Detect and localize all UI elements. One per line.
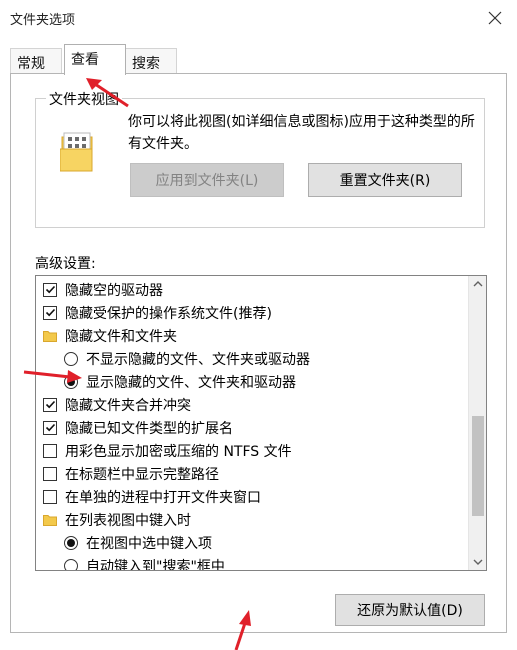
- folder-views-description: 你可以将此视图(如详细信息或图标)应用于这种类型的所有文件夹。: [128, 114, 475, 152]
- radio-button[interactable]: [64, 535, 78, 550]
- tab-general[interactable]: 常规: [10, 48, 62, 74]
- list-item[interactable]: 在标题栏中显示完整路径: [43, 462, 219, 485]
- title-bar: 文件夹选项: [0, 0, 517, 36]
- item-label: 在标题栏中显示完整路径: [65, 466, 219, 483]
- item-label: 不显示隐藏的文件、文件夹或驱动器: [86, 351, 310, 368]
- view-tab-panel: 文件夹视图 你可以将此视图(如详细信息或图标)应用于这种类型的所有文件夹。 应用…: [10, 73, 507, 633]
- radio-button[interactable]: [64, 351, 78, 366]
- list-item[interactable]: 不显示隐藏的文件、文件夹或驱动器: [64, 347, 310, 370]
- check-icon: [45, 308, 55, 317]
- list-item[interactable]: 在单独的进程中打开文件夹窗口: [43, 485, 261, 508]
- tab-view[interactable]: 查看: [64, 44, 126, 75]
- list-item[interactable]: 隐藏已知文件类型的扩展名: [43, 416, 233, 439]
- advanced-settings-items: 隐藏空的驱动器 隐藏受保护的操作系统文件(推荐) 隐藏文件和文件夹 不显示隐藏的…: [36, 276, 468, 571]
- list-item[interactable]: 显示隐藏的文件、文件夹和驱动器: [64, 370, 296, 393]
- folder-views-label: 文件夹视图: [46, 89, 122, 109]
- folder-icon: [43, 514, 57, 526]
- tab-label: 查看: [71, 52, 99, 68]
- tab-label: 搜索: [132, 56, 160, 72]
- radio-button[interactable]: [64, 374, 78, 389]
- advanced-settings-list[interactable]: 隐藏空的驱动器 隐藏受保护的操作系统文件(推荐) 隐藏文件和文件夹 不显示隐藏的…: [35, 275, 487, 571]
- reset-folders-button[interactable]: 重置文件夹(R): [308, 163, 462, 197]
- item-label: 在列表视图中键入时: [65, 512, 191, 529]
- scroll-up-icon[interactable]: [472, 278, 484, 290]
- item-label: 在视图中选中键入项: [86, 535, 212, 552]
- checkbox[interactable]: [43, 420, 57, 435]
- checkbox[interactable]: [43, 282, 57, 297]
- tab-search[interactable]: 搜索: [125, 48, 177, 74]
- checkbox[interactable]: [43, 466, 57, 481]
- list-item[interactable]: 用彩色显示加密或压缩的 NTFS 文件: [43, 439, 292, 462]
- item-label: 在单独的进程中打开文件夹窗口: [65, 489, 261, 506]
- check-icon: [45, 400, 55, 409]
- checkbox[interactable]: [43, 305, 57, 320]
- list-group-header: 在列表视图中键入时: [43, 508, 191, 531]
- checkbox[interactable]: [43, 489, 57, 504]
- list-item[interactable]: 自动键入到"搜索"框中: [64, 554, 225, 571]
- tab-strip: 常规 查看 搜索: [0, 44, 517, 75]
- checkbox[interactable]: [43, 443, 57, 458]
- radio-button[interactable]: [64, 558, 78, 570]
- check-icon: [45, 423, 55, 432]
- list-item[interactable]: 隐藏空的驱动器: [43, 278, 163, 301]
- folder-icon: [43, 330, 57, 342]
- advanced-settings-label: 高级设置:: [35, 256, 96, 272]
- item-label: 自动键入到"搜索"框中: [86, 558, 225, 571]
- close-icon: [488, 11, 502, 25]
- item-label: 隐藏空的驱动器: [65, 282, 163, 299]
- list-item[interactable]: 隐藏受保护的操作系统文件(推荐): [43, 301, 272, 324]
- window-title: 文件夹选项: [10, 13, 76, 28]
- item-label: 显示隐藏的文件、文件夹和驱动器: [86, 374, 296, 391]
- item-label: 隐藏文件夹合并冲突: [65, 397, 191, 414]
- check-icon: [45, 285, 55, 294]
- scroll-thumb[interactable]: [472, 416, 484, 516]
- folder-views-group: 文件夹视图 你可以将此视图(如详细信息或图标)应用于这种类型的所有文件夹。 应用…: [35, 89, 485, 228]
- item-label: 隐藏文件和文件夹: [65, 328, 177, 345]
- apply-to-folders-button[interactable]: 应用到文件夹(L): [130, 163, 284, 197]
- radio-dot: [67, 538, 75, 547]
- list-item[interactable]: 隐藏文件夹合并冲突: [43, 393, 191, 416]
- list-item[interactable]: 在视图中选中键入项: [64, 531, 212, 554]
- restore-defaults-button[interactable]: 还原为默认值(D): [335, 594, 485, 626]
- list-scrollbar[interactable]: [468, 276, 486, 570]
- close-button[interactable]: [481, 4, 509, 32]
- list-group-header: 隐藏文件和文件夹: [43, 324, 177, 347]
- radio-dot: [67, 377, 75, 386]
- folder-view-icon: [60, 132, 93, 172]
- item-label: 隐藏受保护的操作系统文件(推荐): [65, 305, 272, 322]
- tab-label: 常规: [17, 56, 45, 72]
- item-label: 用彩色显示加密或压缩的 NTFS 文件: [65, 443, 292, 460]
- checkbox[interactable]: [43, 397, 57, 412]
- item-label: 隐藏已知文件类型的扩展名: [65, 420, 233, 437]
- scroll-down-icon[interactable]: [472, 556, 484, 568]
